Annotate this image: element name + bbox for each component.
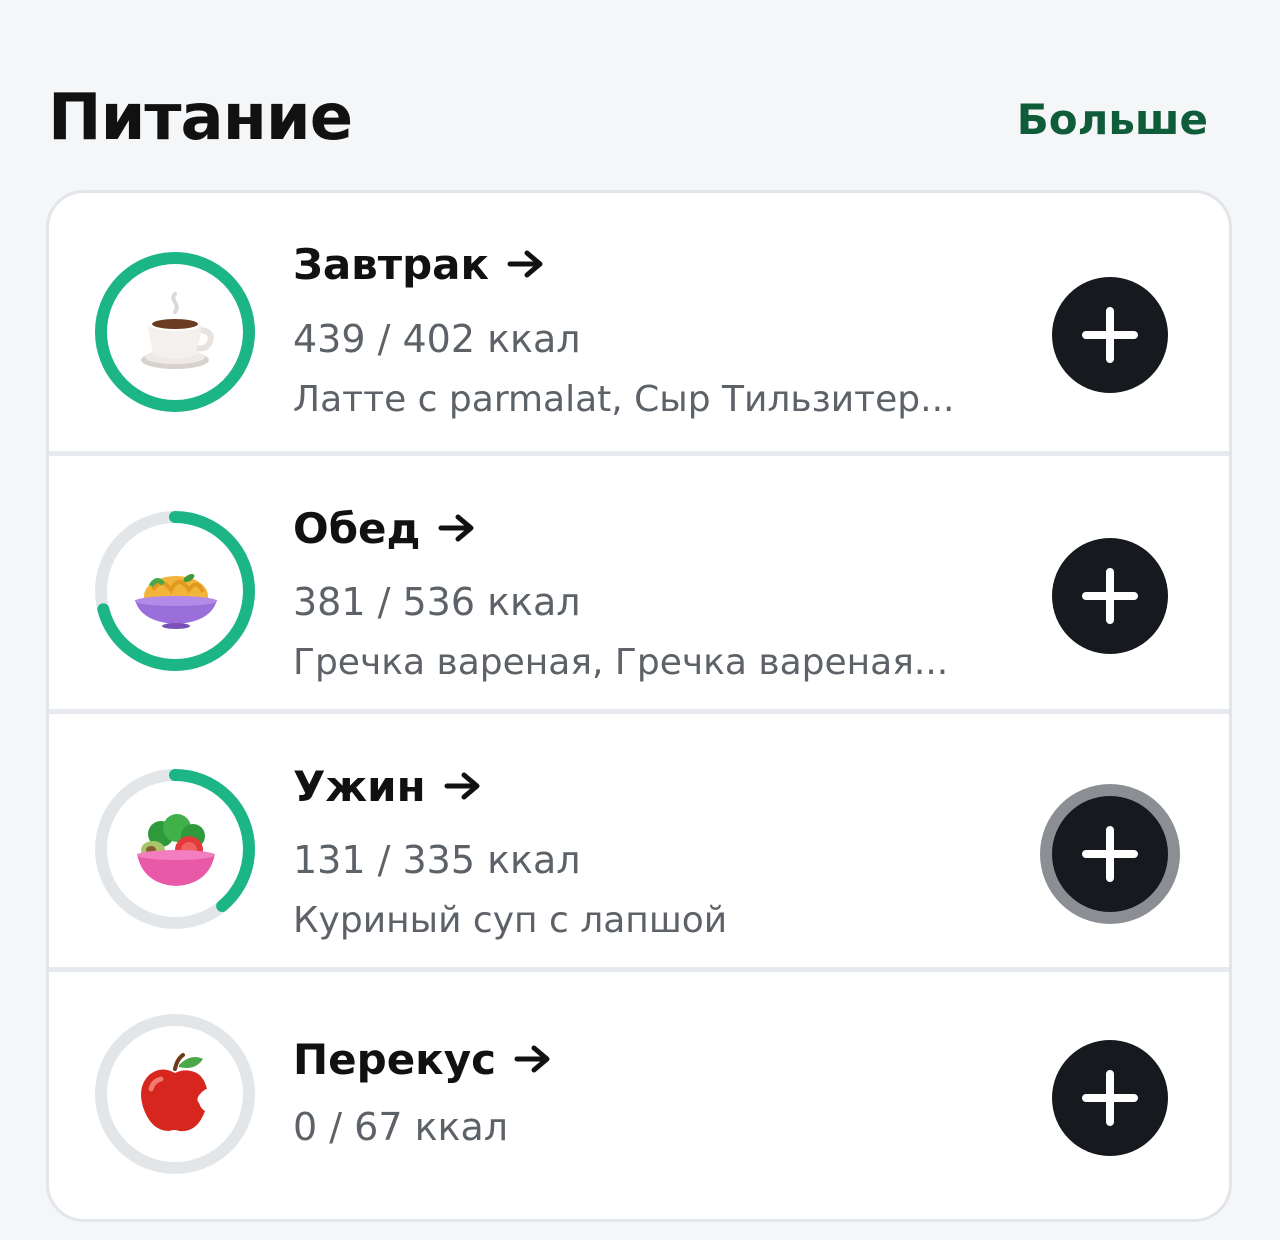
- meal-calories: 439 / 402 ккал: [293, 317, 581, 361]
- apple-icon: [131, 1049, 221, 1139]
- plus-icon: [1082, 568, 1138, 624]
- meal-calories: 131 / 335 ккал: [293, 838, 581, 882]
- meal-foods: Куриный суп с лапшой: [293, 900, 728, 941]
- add-food-button[interactable]: [1052, 1040, 1168, 1156]
- meal-title[interactable]: Ужин: [293, 759, 482, 815]
- meal-calories: 0 / 67 ккал: [293, 1105, 509, 1149]
- add-food-button[interactable]: [1052, 277, 1168, 393]
- coffee-cup-icon: [131, 288, 221, 378]
- more-link[interactable]: Больше: [1017, 90, 1208, 150]
- meal-row-lunch[interactable]: Обед 381 / 536 ккал Гречка вареная, Греч…: [49, 451, 1229, 709]
- arrow-right-icon: [514, 1045, 550, 1072]
- meal-foods: Латте с parmalat, Сыр Тильзитер...: [293, 379, 955, 420]
- meal-row-dinner[interactable]: Ужин 131 / 335 ккал Куриный суп с лапшой: [49, 709, 1229, 967]
- arrow-right-icon: [444, 772, 480, 799]
- plus-icon: [1082, 1070, 1138, 1126]
- meal-calories: 381 / 536 ккал: [293, 580, 581, 624]
- meal-foods: Гречка вареная, Гречка вареная...: [293, 642, 949, 683]
- plus-icon: [1082, 826, 1138, 882]
- arrow-right-icon: [507, 250, 543, 277]
- meal-title[interactable]: Перекус: [293, 1032, 552, 1088]
- add-food-button[interactable]: [1052, 538, 1168, 654]
- meal-row-breakfast[interactable]: Завтрак 439 / 402 ккал Латте с parmalat,…: [49, 193, 1229, 451]
- meal-title[interactable]: Обед: [293, 501, 476, 557]
- plus-icon: [1082, 307, 1138, 363]
- section-title: Питание: [48, 81, 353, 155]
- add-food-button[interactable]: [1052, 796, 1168, 912]
- salad-bowl-icon: [131, 804, 221, 894]
- nutrition-header: Питание Больше: [48, 78, 1208, 158]
- arrow-right-icon: [438, 514, 474, 541]
- meal-row-snack[interactable]: Перекус 0 / 67 ккал: [49, 967, 1229, 1219]
- meals-card: Завтрак 439 / 402 ккал Латте с parmalat,…: [46, 190, 1232, 1222]
- pasta-bowl-icon: [131, 546, 221, 636]
- meal-title[interactable]: Завтрак: [293, 237, 545, 293]
